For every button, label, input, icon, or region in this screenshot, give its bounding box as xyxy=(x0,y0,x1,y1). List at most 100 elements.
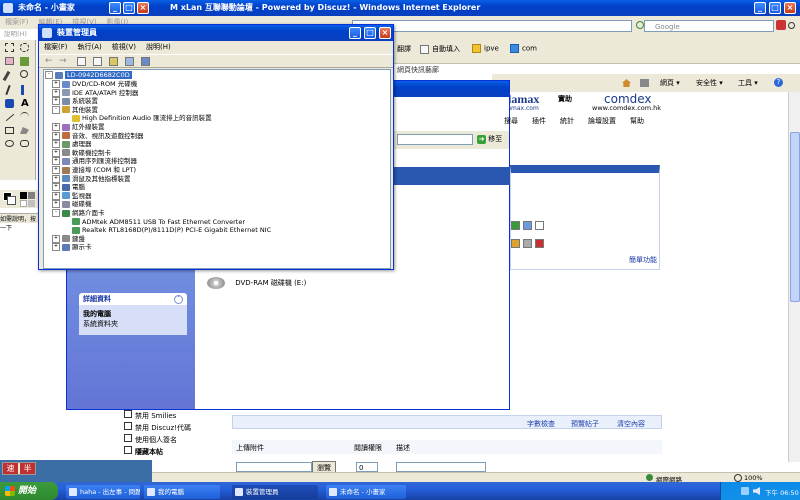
ie-zoom-level[interactable]: 100% xyxy=(744,474,763,482)
ie-close-button[interactable]: × xyxy=(784,2,796,14)
print-icon[interactable] xyxy=(93,57,102,66)
volume-tray-icon[interactable] xyxy=(753,487,760,495)
back-arrow-icon[interactable]: ← xyxy=(45,56,53,66)
fill-tool-icon[interactable] xyxy=(20,57,29,66)
paint-maximize-button[interactable]: □ xyxy=(123,2,135,14)
tree-expander[interactable]: + xyxy=(52,123,60,131)
ie-search-input[interactable]: Google xyxy=(644,20,774,32)
task-forum[interactable]: haha - 出左事 - 問題... xyxy=(66,485,140,499)
ie-help-icon[interactable]: ? xyxy=(774,78,783,87)
tree-expander[interactable]: + xyxy=(52,97,60,106)
devmgr-close-button[interactable]: × xyxy=(379,27,391,39)
ie-ipve-button[interactable]: ipve xyxy=(472,44,499,53)
nav-plugins[interactable]: 插件 xyxy=(532,117,546,125)
tree-root-expander[interactable]: - xyxy=(45,71,53,79)
clear-link[interactable]: 清空內容 xyxy=(617,419,645,429)
ie-autofill-button[interactable]: 自動填入 xyxy=(420,44,460,54)
simple-features-link[interactable]: 簡單功能 xyxy=(629,255,657,265)
paint-color-palette[interactable] xyxy=(0,190,40,208)
palette-black[interactable] xyxy=(20,192,27,199)
checkbox-hide[interactable] xyxy=(124,446,132,454)
ie-safety-menu[interactable]: 安全性 ▾ xyxy=(696,78,723,88)
tree-expander[interactable]: + xyxy=(52,166,60,174)
tree-expander[interactable]: + xyxy=(52,80,60,88)
paint-close-button[interactable]: × xyxy=(137,2,149,14)
tree-item[interactable]: + 系統裝置 xyxy=(52,97,98,106)
tree-expander[interactable]: + xyxy=(52,243,60,252)
tree-expander[interactable]: + xyxy=(52,88,60,97)
upload-perm-input[interactable]: 0 xyxy=(356,462,378,472)
paint-minimize-button[interactable]: _ xyxy=(109,2,121,14)
tree-item[interactable]: + IDE ATA/ATAPI 控制器 xyxy=(52,88,138,98)
insert-youtube-icon[interactable] xyxy=(535,239,544,248)
ime-status-bar[interactable]: 速半 xyxy=(2,462,36,475)
details-panel-header[interactable]: 詳細資料 ˄ xyxy=(79,293,187,305)
upload-file-input[interactable] xyxy=(236,462,312,472)
option-hide-post[interactable]: 隱藏本帖 xyxy=(124,446,163,457)
ime-mode-icon[interactable]: 速 xyxy=(3,463,18,474)
ie-home-icon[interactable] xyxy=(622,79,631,87)
tree-item[interactable]: + DVD/CD-ROM 光碟機 xyxy=(52,80,137,89)
pencil-tool-icon[interactable] xyxy=(5,84,11,96)
tree-expander[interactable]: + xyxy=(52,234,60,243)
driver-update-icon[interactable] xyxy=(141,57,150,66)
nav-help[interactable]: 幫助 xyxy=(630,117,644,125)
dvd-drive-item[interactable]: DVD-RAM 磁碟機 (E:) xyxy=(207,277,306,289)
ie-stop-icon[interactable] xyxy=(776,20,786,30)
polygon-tool-icon[interactable] xyxy=(20,127,29,134)
tree-item[interactable]: ADMtek ADM8511 USB To Fast Ethernet Conv… xyxy=(64,218,245,227)
insert-smiley-icon[interactable] xyxy=(523,221,532,230)
tree-item[interactable]: + 磁碟機 xyxy=(52,200,92,209)
palette-white[interactable] xyxy=(20,200,27,207)
tree-expander[interactable]: - xyxy=(52,105,60,114)
preview-link[interactable]: 預覽帖子 xyxy=(571,419,599,429)
tree-item[interactable]: + 滑鼠及其他指標裝置 xyxy=(52,174,131,184)
task-my-computer[interactable]: 我的電腦 xyxy=(144,485,220,499)
start-button[interactable]: 開始 xyxy=(0,482,58,500)
tree-item[interactable]: - 網路介面卡 xyxy=(52,209,105,218)
paint-title-bar[interactable]: 未命名 - 小畫家 _ □ × xyxy=(0,0,152,16)
network-tray-icon[interactable] xyxy=(741,487,749,495)
tree-expander[interactable]: + xyxy=(52,183,60,192)
text-tool-icon[interactable]: A xyxy=(21,98,29,109)
brush-tool-icon[interactable] xyxy=(21,85,24,95)
ie-maximize-button[interactable]: □ xyxy=(769,2,781,14)
ie-refresh-icon[interactable] xyxy=(636,21,644,29)
ie-page-menu[interactable]: 網頁 ▾ xyxy=(660,78,680,88)
rounded-rect-tool-icon[interactable] xyxy=(20,140,29,147)
task-device-manager[interactable]: 裝置管理員 xyxy=(232,485,318,499)
ie-address-input[interactable] xyxy=(352,20,632,32)
devmgr-minimize-button[interactable]: _ xyxy=(349,27,361,39)
airbrush-tool-icon[interactable] xyxy=(5,99,14,108)
task-paint[interactable]: 未命名 - 小畫家 xyxy=(326,485,406,499)
tree-expander[interactable]: + xyxy=(52,131,60,140)
tree-item[interactable]: + 處理器 xyxy=(52,140,92,149)
tree-root[interactable]: - LD-0942D6682C0D xyxy=(45,71,132,80)
tree-item[interactable]: + 通用序列匯流排控制器 xyxy=(52,157,137,166)
ie-links-item[interactable]: 網頁快訊藝廊 xyxy=(397,66,439,74)
ie-translate-button[interactable]: 翻譯 xyxy=(397,44,411,54)
ie-com-button[interactable]: com xyxy=(510,44,537,53)
tree-expander[interactable]: + xyxy=(52,191,60,200)
paint-menu-help[interactable]: 說明(H) xyxy=(4,28,27,38)
eraser-tool-icon[interactable] xyxy=(5,57,14,65)
tree-item[interactable]: + 電腦 xyxy=(52,183,85,192)
nav-settings[interactable]: 論壇設置 xyxy=(588,117,616,125)
devmgr-title-bar[interactable]: 裝置管理員 _ □ × xyxy=(39,25,393,41)
tree-item[interactable]: High Definition Audio 匯流排上的音訊裝置 xyxy=(64,114,212,123)
insert-flash-icon[interactable] xyxy=(523,239,532,248)
devmgr-maximize-button[interactable]: □ xyxy=(364,27,376,39)
select-tool-icon[interactable] xyxy=(5,43,14,52)
palette-silver[interactable] xyxy=(28,200,35,207)
tree-item[interactable]: + 連接埠 (COM 和 LPT) xyxy=(52,166,136,175)
explorer-address-input[interactable] xyxy=(397,134,473,145)
option-disable-code[interactable]: 禁用 Discuz!代碼 xyxy=(124,422,191,433)
devmgr-menu-file[interactable]: 檔案(F) xyxy=(39,43,73,51)
ie-scroll-thumb[interactable] xyxy=(790,132,800,302)
checkbox-signature[interactable] xyxy=(124,434,132,442)
ime-halfwidth-icon[interactable]: 半 xyxy=(20,463,35,474)
tree-expander[interactable]: + xyxy=(52,157,60,166)
tree-item[interactable]: + 音效、視訊及遊戲控制器 xyxy=(52,131,144,141)
ellipse-tool-icon[interactable] xyxy=(5,140,14,147)
palette-gray[interactable] xyxy=(28,192,35,199)
